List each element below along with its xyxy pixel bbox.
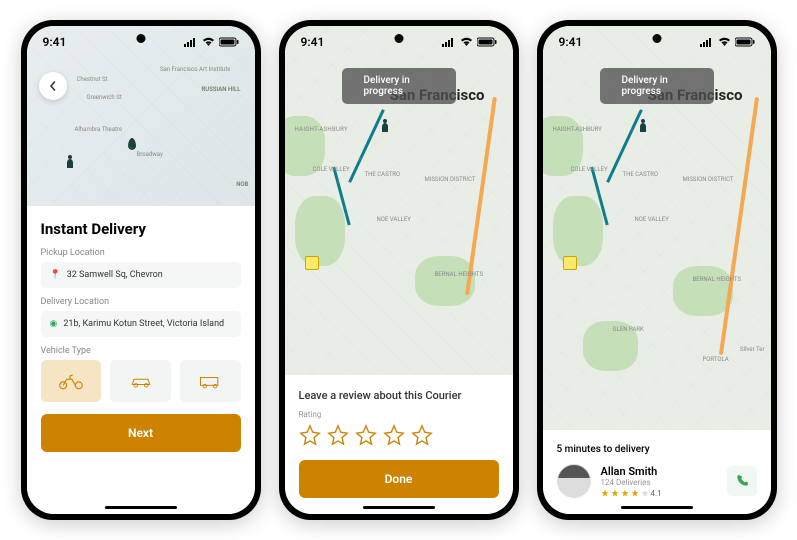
battery-icon <box>735 37 755 47</box>
driver-deliveries: 124 Deliveries <box>601 478 717 487</box>
status-time: 9:41 <box>301 35 325 49</box>
home-indicator <box>363 506 435 509</box>
vehicle-marker-icon <box>122 136 142 156</box>
map-district-label: THE CASTRO <box>623 171 659 178</box>
pickup-label: Pickup Location <box>41 248 241 258</box>
battery-icon <box>219 37 239 47</box>
map-district-label: BERNAL HEIGHTS <box>693 276 742 283</box>
vehicle-type-label: Vehicle Type <box>41 346 241 356</box>
map-district-label: NOE VALLEY <box>635 216 669 223</box>
map-district-label: PORTOLA <box>703 356 729 363</box>
status-time: 9:41 <box>43 35 67 49</box>
star-icon <box>641 489 649 497</box>
courier-marker-icon <box>638 118 648 132</box>
home-indicator <box>621 506 693 509</box>
home-indicator <box>105 506 177 509</box>
pin-icon: 📍 <box>50 270 61 280</box>
map-district-label: COLE VALLEY <box>571 166 608 173</box>
map-street-label: Chestnut St <box>77 76 108 83</box>
vehicle-option-bike[interactable] <box>41 360 102 402</box>
booking-sheet: Instant Delivery Pickup Location 📍 32 Sa… <box>27 206 255 514</box>
chevron-left-icon <box>47 80 59 92</box>
rating-stars[interactable] <box>299 424 499 446</box>
map-district-label: NOE VALLEY <box>377 216 411 223</box>
rating-label: Rating <box>299 410 499 419</box>
map-street-label: Greenwich St <box>87 94 122 101</box>
map-poi-label: Alhambra Theatre <box>75 126 123 133</box>
delivery-map[interactable]: Delivery in progress San Francisco HAIGH… <box>543 26 771 430</box>
progress-banner: Delivery in progress <box>600 68 714 104</box>
eta-text: 5 minutes to delivery <box>557 444 757 455</box>
delivery-map[interactable]: Delivery in progress San Francisco HAIGH… <box>285 26 513 375</box>
driver-sheet: 5 minutes to delivery Allan Smith 124 De… <box>543 430 771 514</box>
driver-name: Allan Smith <box>601 465 717 478</box>
motorcycle-icon <box>58 372 84 390</box>
map-district-label: GLEN PARK <box>613 326 644 333</box>
star-icon[interactable] <box>411 424 433 446</box>
signal-icon <box>700 37 714 47</box>
sheet-title: Instant Delivery <box>41 220 241 238</box>
star-icon[interactable] <box>327 424 349 446</box>
wifi-icon <box>202 37 215 47</box>
star-icon <box>631 489 639 497</box>
courier-marker-icon <box>380 118 390 132</box>
battery-icon <box>477 37 497 47</box>
map-district-label: MISSION DISTRICT <box>425 176 476 183</box>
pin-icon: ◉ <box>50 319 58 329</box>
star-icon <box>601 489 609 497</box>
star-icon <box>611 489 619 497</box>
signal-icon <box>184 37 198 47</box>
map-district-label: BERNAL HEIGHTS <box>435 271 484 278</box>
map-district-label: MISSION DISTRICT <box>683 176 734 183</box>
review-sheet: Leave a review about this Courier Rating… <box>285 375 513 514</box>
star-icon <box>621 489 629 497</box>
back-button[interactable] <box>39 72 67 100</box>
star-icon[interactable] <box>383 424 405 446</box>
status-bar: 9:41 <box>285 26 513 58</box>
status-bar: 9:41 <box>543 26 771 58</box>
destination-marker-icon <box>563 256 577 270</box>
map-district-label: HAIGHT-ASHBURY <box>295 126 348 133</box>
van-icon <box>197 372 223 390</box>
map-district-label: THE CASTRO <box>365 171 401 178</box>
status-time: 9:41 <box>559 35 583 49</box>
map-district-label: RUSSIAN HILL <box>201 86 240 93</box>
map-poi-label: San Francisco Art Institute <box>160 66 231 73</box>
status-bar: 9:41 <box>27 26 255 58</box>
map-district-label: HAIGHT-ASHBURY <box>553 126 602 133</box>
driver-avatar <box>557 464 591 498</box>
car-icon <box>128 372 154 390</box>
wifi-icon <box>718 37 731 47</box>
map-district-label: NOB <box>236 181 248 188</box>
star-icon[interactable] <box>299 424 321 446</box>
driver-rating: 4.1 <box>601 489 717 498</box>
vehicle-option-van[interactable] <box>180 360 241 402</box>
wifi-icon <box>460 37 473 47</box>
user-marker-icon <box>65 154 75 168</box>
signal-icon <box>442 37 456 47</box>
star-icon[interactable] <box>355 424 377 446</box>
phone-icon <box>735 474 749 488</box>
pickup-value: 32 Samwell Sq, Chevron <box>67 270 163 280</box>
delivery-input[interactable]: ◉ 21b, Karimu Kotun Street, Victoria Isl… <box>41 311 241 337</box>
destination-marker-icon <box>305 256 319 270</box>
next-button[interactable]: Next <box>41 414 241 452</box>
vehicle-option-car[interactable] <box>110 360 171 402</box>
delivery-value: 21b, Karimu Kotun Street, Victoria Islan… <box>63 319 224 329</box>
done-button[interactable]: Done <box>299 460 499 498</box>
pickup-input[interactable]: 📍 32 Samwell Sq, Chevron <box>41 262 241 288</box>
driver-rating-value: 4.1 <box>651 489 662 498</box>
progress-banner: Delivery in progress <box>342 68 456 104</box>
map-district-label: COLE VALLEY <box>313 166 350 173</box>
map-street-label: Broadway <box>137 151 163 158</box>
call-button[interactable] <box>727 466 757 496</box>
delivery-label: Delivery Location <box>41 297 241 307</box>
review-prompt: Leave a review about this Courier <box>299 389 499 402</box>
map-district-label: Silver Ter <box>740 346 764 353</box>
